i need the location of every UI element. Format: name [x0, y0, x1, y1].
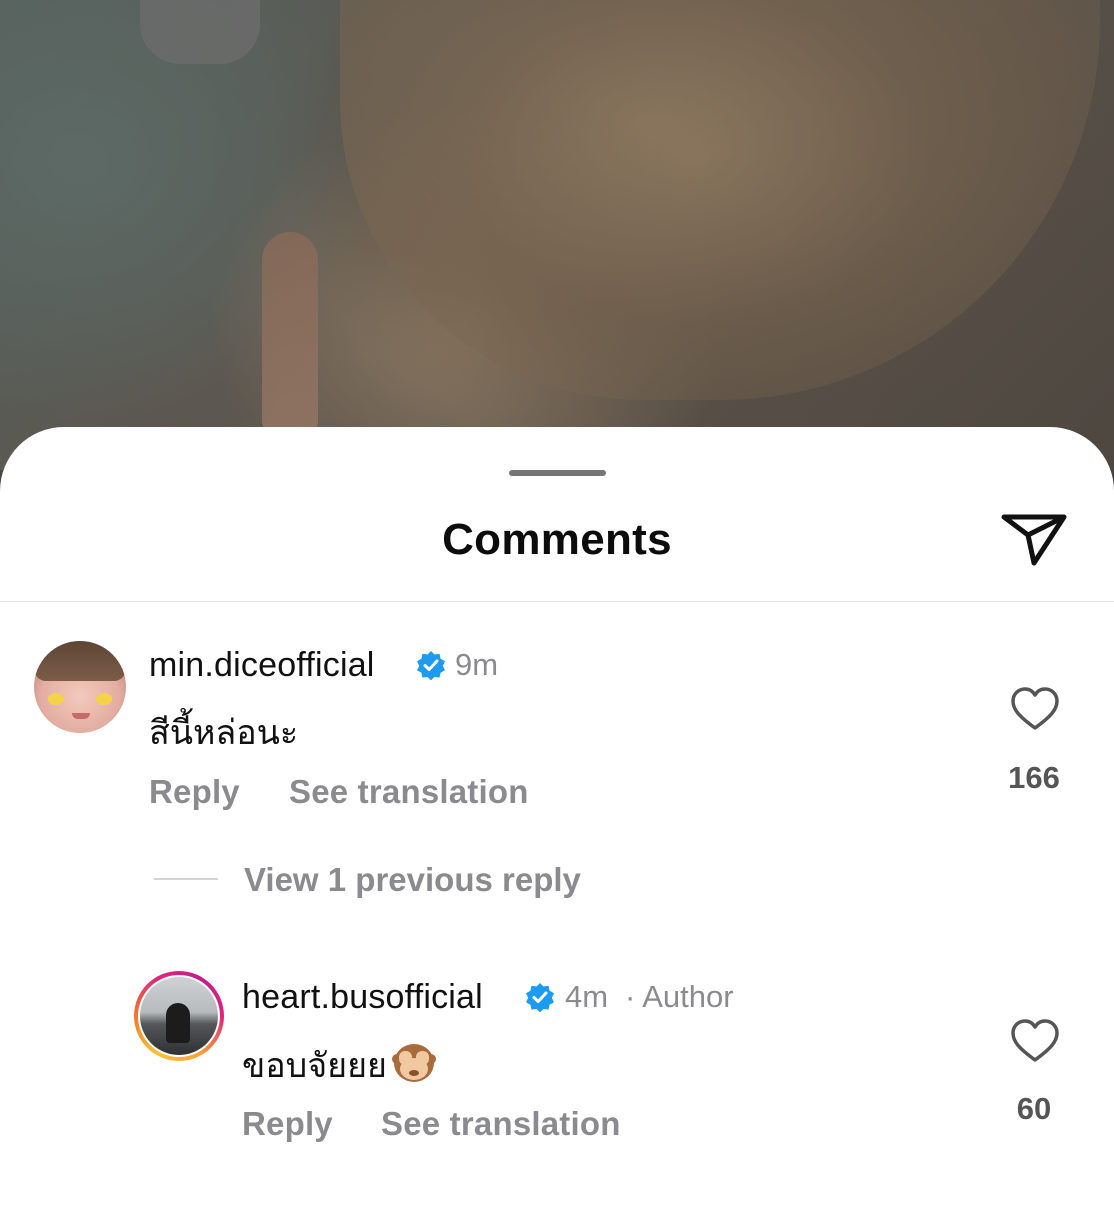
comments-title: Comments — [442, 515, 672, 564]
reply-timestamp: 4m — [565, 979, 609, 1014]
comment-username[interactable]: min.diceofficial — [149, 646, 375, 685]
verified-badge-icon — [526, 983, 554, 1012]
avatar[interactable] — [140, 977, 218, 1055]
reply-button[interactable]: Reply — [242, 1105, 333, 1143]
comment-text: สีนี้หล่อนะ — [149, 714, 299, 752]
header-divider — [0, 601, 1114, 602]
post-image-background — [0, 0, 1114, 470]
author-tag: · Author — [625, 979, 734, 1014]
photo-hair-area — [340, 0, 1100, 400]
like-count: 60 — [1016, 1091, 1052, 1126]
send-icon[interactable] — [998, 507, 1070, 569]
heart-icon[interactable] — [1010, 686, 1060, 732]
view-replies-button[interactable]: View 1 previous reply — [244, 861, 581, 899]
sheet-drag-handle[interactable] — [509, 470, 606, 476]
like-count: 166 — [1008, 760, 1060, 795]
reply-username[interactable]: heart.busofficial — [242, 978, 483, 1017]
reply-text-content: ขอบจัยยย — [242, 1047, 387, 1085]
avatar[interactable] — [34, 641, 126, 733]
heart-icon[interactable] — [1010, 1018, 1060, 1064]
see-translation-button[interactable]: See translation — [381, 1105, 621, 1143]
verified-badge-icon — [417, 651, 445, 680]
see-no-evil-monkey-icon — [391, 1044, 436, 1082]
replies-divider-line — [154, 878, 218, 880]
comment-timestamp: 9m — [455, 647, 499, 682]
photo-highlight — [140, 0, 260, 64]
reply-text: ขอบจัยยย — [242, 1038, 437, 1092]
reply-button[interactable]: Reply — [149, 773, 240, 811]
see-translation-button[interactable]: See translation — [289, 773, 529, 811]
photo-finger — [262, 232, 318, 432]
